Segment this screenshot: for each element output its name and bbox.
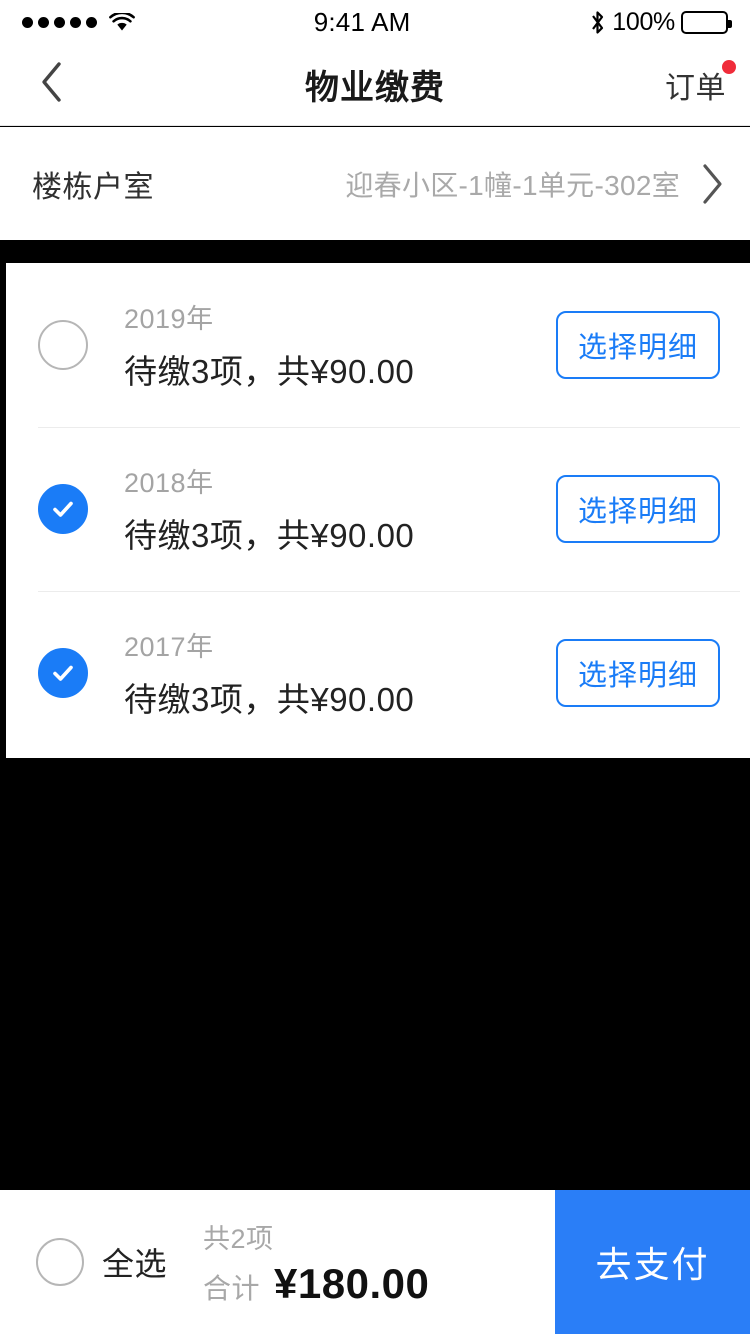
- check-circle-filled-icon[interactable]: [38, 648, 88, 698]
- address-label: 楼栋户室: [32, 170, 154, 204]
- orders-button[interactable]: 订单: [640, 44, 750, 125]
- page-title: 物业缴费: [305, 69, 445, 107]
- address-value: 迎春小区-1幢-1单元-302室: [345, 169, 680, 201]
- bill-list-card: 2019年 待缴3项，共¥90.00 选择明细 2018年 待缴3项，共¥90.…: [6, 263, 750, 758]
- total-line: 合计 ¥180.00: [203, 1260, 555, 1308]
- select-detail-button[interactable]: 选择明细: [555, 639, 720, 707]
- bill-year: 2018年: [124, 468, 214, 498]
- select-detail-button[interactable]: 选择明细: [555, 475, 720, 543]
- bill-year: 2017年: [124, 632, 214, 662]
- status-bar: 9:41 AM 100%: [0, 0, 750, 44]
- chevron-left-icon: [40, 61, 64, 108]
- bill-texts: 2018年 待缴3项，共¥90.00: [124, 461, 556, 557]
- bill-description: 待缴3项，共¥90.00: [124, 517, 415, 554]
- circle-outline-icon[interactable]: [36, 1238, 84, 1286]
- address-selector-row[interactable]: 楼栋户室 迎春小区-1幢-1单元-302室: [0, 127, 750, 240]
- total-amount: ¥180.00: [274, 1259, 430, 1307]
- orders-label: 订单: [665, 71, 726, 105]
- bill-texts: 2017年 待缴3项，共¥90.00: [124, 625, 556, 721]
- list-item[interactable]: 2017年 待缴3项，共¥90.00 选择明细: [6, 591, 750, 755]
- pay-button[interactable]: 去支付: [555, 1190, 750, 1334]
- list-item[interactable]: 2018年 待缴3项，共¥90.00 选择明细: [6, 427, 750, 591]
- total-label: 合计: [203, 1272, 261, 1304]
- bill-description: 待缴3项，共¥90.00: [124, 353, 415, 390]
- app-root: 9:41 AM 100% 物业缴费 订单 楼栋户室 迎春小区-1幢-1单元-30…: [0, 0, 750, 1334]
- battery-full-icon: [680, 10, 732, 34]
- bill-description: 待缴3项，共¥90.00: [124, 681, 415, 718]
- checkout-footer: 全选 共2项 合计 ¥180.00 去支付: [0, 1190, 750, 1334]
- status-bar-right: 100%: [589, 7, 732, 37]
- back-button[interactable]: [0, 44, 110, 125]
- selected-count: 共2项: [203, 1223, 274, 1254]
- signal-dots-icon: [22, 16, 97, 28]
- select-all-control[interactable]: 全选: [0, 1190, 167, 1334]
- wifi-icon: [109, 12, 135, 32]
- chevron-right-icon: [700, 163, 726, 204]
- select-all-label: 全选: [102, 1246, 168, 1282]
- status-bar-time: 9:41 AM: [313, 6, 411, 37]
- total-summary: 共2项 合计 ¥180.00: [167, 1190, 555, 1334]
- list-item[interactable]: 2019年 待缴3项，共¥90.00 选择明细: [6, 263, 750, 427]
- nav-bar: 物业缴费 订单: [0, 44, 750, 126]
- bill-texts: 2019年 待缴3项，共¥90.00: [124, 297, 556, 393]
- red-dot-badge-icon: [722, 60, 736, 74]
- battery-percent-label: 100%: [612, 7, 675, 36]
- status-bar-left: [22, 12, 135, 32]
- check-circle-filled-icon[interactable]: [38, 484, 88, 534]
- select-detail-button[interactable]: 选择明细: [555, 311, 720, 379]
- bluetooth-icon: [589, 9, 606, 36]
- circle-outline-icon[interactable]: [38, 320, 88, 370]
- bill-year: 2019年: [124, 304, 214, 334]
